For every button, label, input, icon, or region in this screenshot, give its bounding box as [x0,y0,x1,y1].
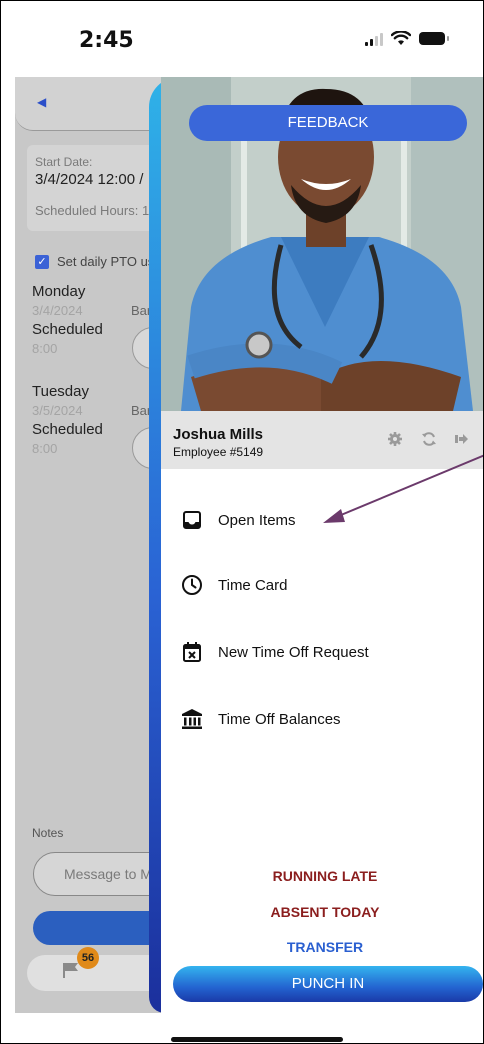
menu-item-time-off-balances[interactable]: Time Off Balances [181,705,341,733]
menu-item-new-time-off-request[interactable]: New Time Off Request [181,638,369,666]
day-scheduled-label: Scheduled [32,321,103,338]
pto-checkbox[interactable]: ✓ [35,255,49,269]
day-hours: 8:00 [32,441,58,456]
refresh-icon[interactable] [421,431,437,447]
menu-item-label: Open Items [218,511,296,529]
employee-number: Employee #5149 [173,445,264,459]
day-date: 3/4/2024 [32,303,83,318]
scheduled-hours-label: Scheduled Hours: 1 [35,203,150,218]
menu-item-open-items[interactable]: Open Items [181,506,296,534]
home-indicator [171,1037,343,1042]
start-date-label: Start Date: [35,155,93,169]
drawer-content: FEEDBACK Joshua Mills Employee #5149 Ope… [161,77,483,1013]
day-date: 3/5/2024 [32,403,83,418]
feedback-button[interactable]: FEEDBACK [189,105,467,141]
day-name: Tuesday [32,383,89,400]
transfer-button[interactable]: TRANSFER [161,939,483,955]
pto-checkbox-label: Set daily PTO us [57,254,155,269]
menu-item-time-card[interactable]: Time Card [181,571,287,599]
profile-name: Joshua Mills [173,426,264,443]
status-time: 2:45 [79,28,134,53]
menu-item-label: New Time Off Request [218,643,369,661]
cellular-signal-icon [365,32,383,46]
profile-bar: Joshua Mills Employee #5149 [161,411,483,469]
status-bar: 2:45 [1,1,483,77]
day-hours: 8:00 [32,341,58,356]
wifi-icon [391,31,411,45]
punch-in-button[interactable]: PUNCH IN [173,966,483,1002]
day-scheduled-label: Scheduled [32,421,103,438]
status-icons [365,31,449,46]
bank-icon [181,708,203,730]
clock-icon [181,574,203,596]
absent-today-button[interactable]: ABSENT TODAY [161,904,483,920]
running-late-button[interactable]: RUNNING LATE [161,868,483,884]
notes-label: Notes [32,826,64,840]
logout-icon[interactable] [453,431,469,447]
calendar-x-icon [181,641,203,663]
battery-icon [419,32,449,45]
notification-badge: 56 [77,947,99,969]
inbox-icon [181,509,203,531]
side-drawer: FEEDBACK Joshua Mills Employee #5149 Ope… [149,77,483,1013]
profile-photo: FEEDBACK [161,77,483,411]
back-icon[interactable]: ◀ [37,95,46,109]
menu-item-label: Time Card [218,576,288,594]
gear-icon[interactable] [387,431,403,447]
menu-item-label: Time Off Balances [218,710,341,728]
phone-frame: 2:45 ◀ Start Date: 3/4/2024 12:00 / Sche… [0,0,484,1044]
start-date-value: 3/4/2024 12:00 / [35,171,144,188]
day-name: Monday [32,283,86,300]
